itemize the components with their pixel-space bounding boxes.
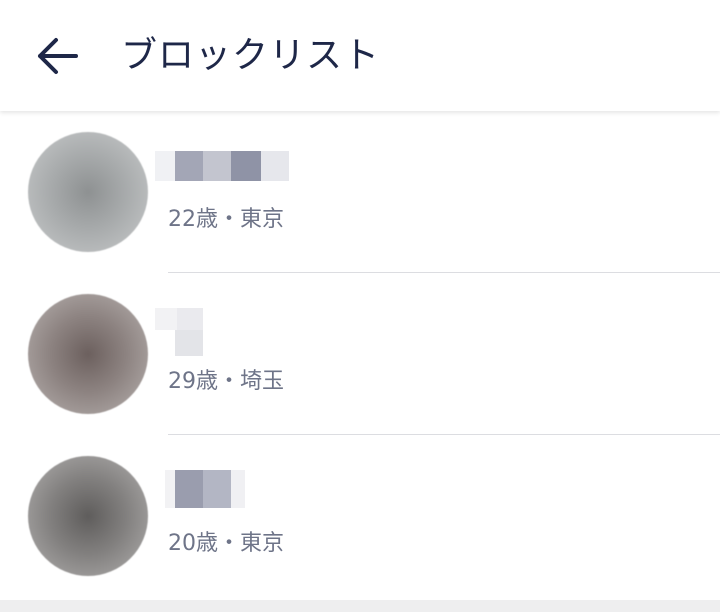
blocked-user-list: 22歳・東京 29歳・埼玉 20歳・東京 (0, 111, 720, 597)
blocked-user-row[interactable]: 29歳・埼玉 (0, 273, 720, 435)
user-age-location: 29歳・埼玉 (168, 369, 284, 394)
back-button[interactable] (26, 26, 86, 86)
avatar (28, 294, 148, 414)
blocked-user-row[interactable]: 22歳・東京 (0, 111, 720, 273)
block-list-screen: ブロックリスト 22歳・東京 29歳・埼玉 20歳・東京 (0, 0, 720, 612)
user-age-location: 20歳・東京 (168, 531, 284, 556)
bottom-edge (0, 600, 720, 612)
avatar (28, 132, 148, 252)
blocked-user-row[interactable]: 20歳・東京 (0, 435, 720, 597)
avatar (28, 456, 148, 576)
arrow-left-icon (38, 38, 78, 74)
user-age-location: 22歳・東京 (168, 207, 284, 232)
app-bar: ブロックリスト (0, 0, 720, 111)
page-title: ブロックリスト (121, 35, 381, 76)
